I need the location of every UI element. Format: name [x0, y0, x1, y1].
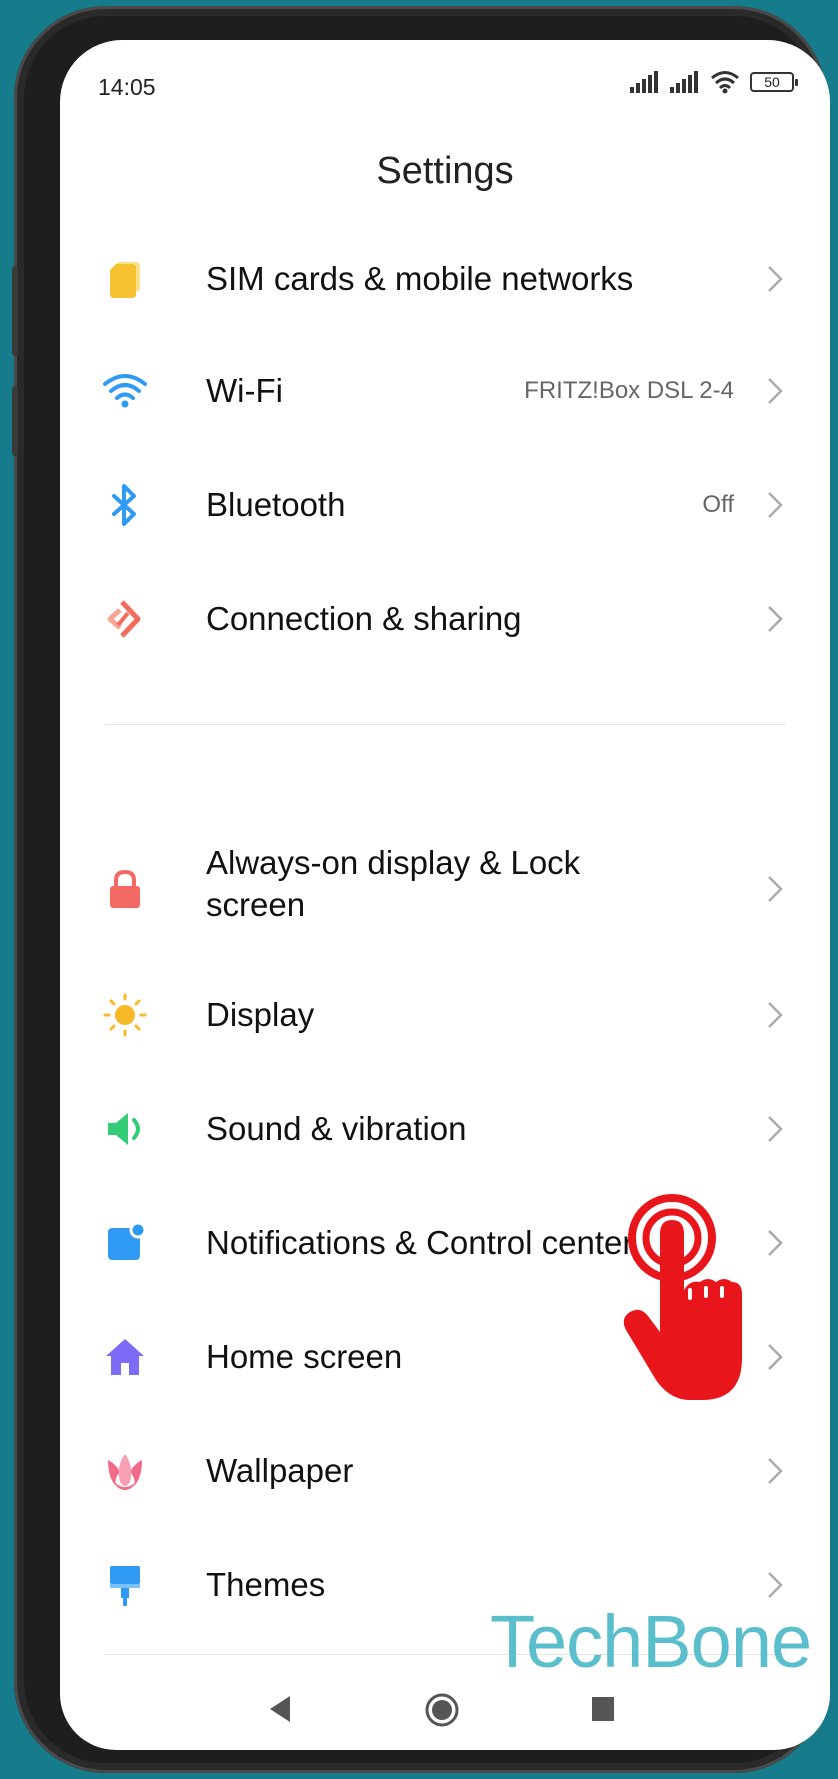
chevron-right-icon	[768, 1002, 783, 1028]
signal-icon	[630, 71, 658, 93]
speaker-icon	[108, 1113, 140, 1145]
chevron-right-icon	[768, 876, 783, 902]
settings-item-label: SIM cards & mobile networks	[206, 260, 634, 297]
chevron-right-icon	[768, 378, 783, 404]
settings-item-wifi[interactable]: Wi-Fi FRITZ!Box DSL 2-4	[60, 336, 830, 446]
tap-pointer-icon	[623, 1194, 742, 1400]
tulip-icon	[108, 1454, 142, 1490]
sun-icon	[103, 993, 147, 1037]
wifi-icon	[103, 374, 147, 408]
settings-item-label: Wallpaper	[206, 1452, 354, 1489]
watermark: TechBone	[490, 1600, 812, 1683]
home-icon	[106, 1339, 144, 1375]
chevron-right-icon	[768, 1230, 783, 1256]
sim-card-icon	[110, 262, 140, 298]
settings-item-label: Always-on display & Lock screen	[206, 844, 581, 923]
back-button[interactable]	[266, 1694, 292, 1724]
chevron-right-icon	[768, 1344, 783, 1370]
screen: 14:05 50 Settings SIM cards & mobile net…	[60, 40, 830, 1750]
chevron-right-icon	[768, 492, 783, 518]
chevron-right-icon	[768, 266, 783, 292]
status-icons: 50	[630, 70, 798, 94]
status-bar: 14:05 50	[60, 40, 830, 120]
settings-item-label: Themes	[206, 1566, 326, 1603]
settings-item-sound[interactable]: Sound & vibration	[60, 1074, 830, 1184]
battery-icon: 50	[750, 72, 798, 92]
settings-item-wallpaper[interactable]: Wallpaper	[60, 1416, 830, 1526]
chevron-right-icon	[768, 1572, 783, 1598]
bluetooth-icon	[112, 484, 136, 526]
chevron-right-icon	[768, 1458, 783, 1484]
paintbrush-icon	[110, 1566, 140, 1606]
settings-item-sim-cards[interactable]: SIM cards & mobile networks	[60, 224, 830, 334]
recent-apps-button[interactable]	[590, 1694, 616, 1724]
home-button[interactable]	[424, 1692, 460, 1728]
settings-item-value: Off	[702, 491, 734, 518]
settings-item-label: Wi-Fi	[206, 372, 283, 409]
settings-item-label: Connection & sharing	[206, 600, 522, 637]
settings-item-value: FRITZ!Box DSL 2-4	[524, 377, 734, 404]
settings-item-display[interactable]: Display	[60, 960, 830, 1070]
notification-icon	[108, 1221, 147, 1260]
settings-item-label: Bluetooth	[206, 486, 346, 523]
chevron-right-icon	[768, 1116, 783, 1142]
settings-item-label: Display	[206, 996, 315, 1033]
settings-item-label: Home screen	[206, 1338, 403, 1375]
chevron-right-icon	[768, 606, 783, 632]
wifi-status-icon	[711, 71, 739, 94]
phone-frame: 14:05 50 Settings SIM cards & mobile net…	[12, 6, 830, 1773]
page-title: Settings	[376, 150, 514, 192]
settings-item-label: Sound & vibration	[206, 1110, 467, 1147]
status-time: 14:05	[98, 74, 156, 100]
lock-icon	[110, 869, 140, 908]
settings-item-lock-screen[interactable]: Always-on display & Lock screen	[60, 820, 830, 960]
settings-item-label: Notifications & Control center	[206, 1224, 634, 1261]
settings-item-connection-sharing[interactable]: Connection & sharing	[60, 564, 830, 674]
section-divider	[105, 724, 785, 725]
signal-icon	[670, 71, 698, 93]
power-button	[12, 386, 18, 456]
battery-level: 50	[764, 74, 780, 90]
settings-item-bluetooth[interactable]: Bluetooth Off	[60, 450, 830, 560]
connection-sharing-icon	[107, 600, 141, 638]
volume-button	[12, 266, 18, 356]
